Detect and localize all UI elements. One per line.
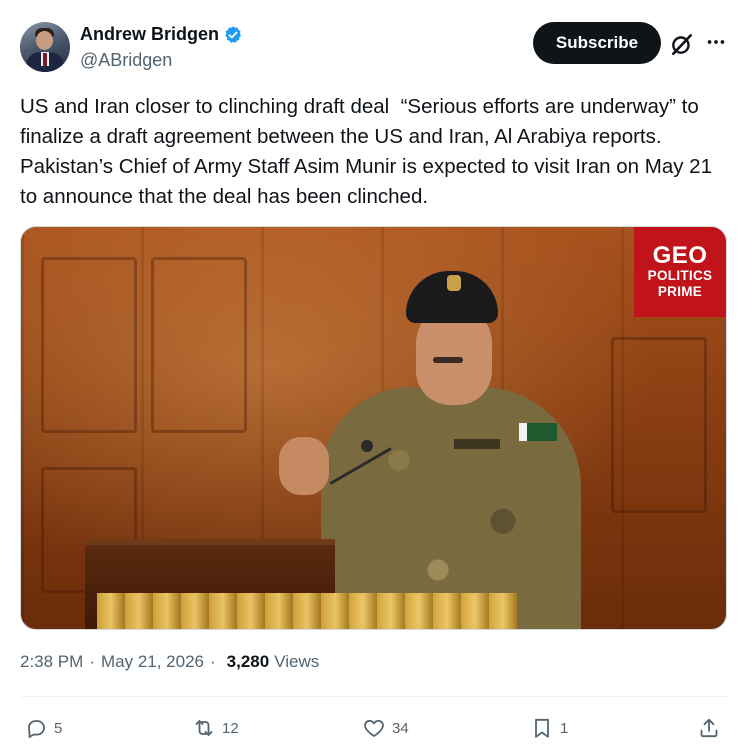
more-options-icon[interactable] bbox=[705, 31, 727, 53]
meta-separator: · bbox=[210, 652, 216, 671]
logo-line-geo: GEO bbox=[652, 242, 708, 269]
logo-line-prime: PRIME bbox=[657, 284, 703, 299]
divider bbox=[20, 696, 728, 697]
mustache bbox=[433, 357, 463, 363]
reply-icon bbox=[28, 720, 45, 738]
action-bar: 5 12 34 1 bbox=[0, 710, 748, 746]
repost-button[interactable]: 12 bbox=[192, 710, 239, 746]
tweet-time[interactable]: 2:38 PM bbox=[20, 652, 83, 672]
share-button[interactable] bbox=[697, 710, 721, 746]
repost-count: 12 bbox=[222, 719, 239, 737]
author-handle[interactable]: @ABridgen bbox=[80, 50, 172, 71]
like-button[interactable]: 34 bbox=[362, 710, 409, 746]
share-icon bbox=[700, 718, 718, 738]
tweet-meta: 2:38 PM · May 21, 2026 · 3,280 Views bbox=[20, 652, 319, 672]
verified-badge-icon bbox=[225, 25, 242, 43]
heart-icon bbox=[364, 719, 384, 737]
views-count: 3,280 bbox=[226, 652, 270, 671]
wall-panel bbox=[41, 257, 137, 433]
cap-badge bbox=[447, 275, 461, 291]
wall-panel bbox=[611, 337, 707, 513]
flag-patch bbox=[519, 423, 557, 441]
tweet-text: US and Iran closer to clinching draft de… bbox=[20, 95, 718, 208]
meta-separator: · bbox=[89, 652, 95, 671]
avatar-face bbox=[36, 31, 53, 50]
logo-line-politics: POLITICS bbox=[647, 268, 713, 283]
reply-button[interactable]: 5 bbox=[24, 710, 62, 746]
author-name-row[interactable]: Andrew Bridgen bbox=[80, 24, 243, 45]
bookmark-icon bbox=[535, 718, 549, 738]
like-count: 34 bbox=[392, 719, 409, 737]
raised-hand bbox=[279, 437, 329, 495]
avatar-tie bbox=[43, 53, 47, 66]
author-display-name[interactable]: Andrew Bridgen bbox=[80, 24, 219, 45]
microphone-icon bbox=[361, 440, 373, 452]
wall-panel bbox=[151, 257, 247, 433]
repost-icon bbox=[195, 720, 213, 736]
bookmark-button[interactable]: 1 bbox=[530, 710, 568, 746]
geopolitics-prime-logo: GEO POLITICS PRIME bbox=[634, 227, 726, 317]
tweet-media-image[interactable]: GEO POLITICS PRIME bbox=[20, 226, 727, 630]
subscribe-button[interactable]: Subscribe bbox=[533, 22, 661, 64]
tweet-date[interactable]: May 21, 2026 bbox=[101, 652, 204, 672]
gold-ornament bbox=[97, 593, 517, 629]
grok-icon[interactable] bbox=[669, 31, 695, 57]
bookmark-count: 1 bbox=[560, 719, 569, 737]
views-label: Views bbox=[274, 652, 320, 671]
reply-count: 5 bbox=[54, 719, 63, 737]
author-avatar[interactable] bbox=[20, 22, 70, 72]
name-tag bbox=[454, 439, 500, 449]
